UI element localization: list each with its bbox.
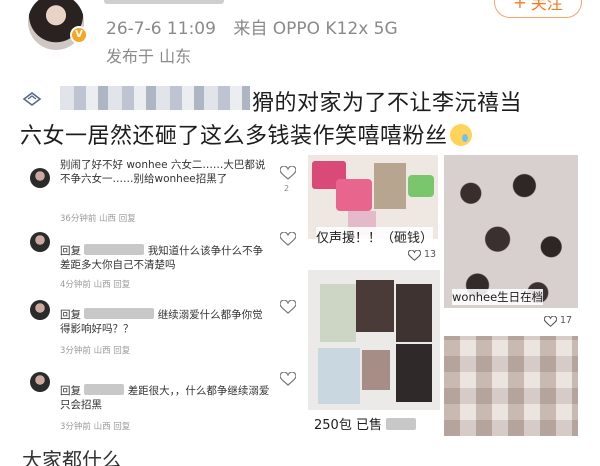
post-time: 26-7-6 11:09 xyxy=(106,19,216,39)
post-source: 来自 OPPO K12x 5G xyxy=(233,19,398,39)
redacted-username xyxy=(84,244,145,255)
photo-item xyxy=(320,284,356,342)
image-caption: 250包 已售 xyxy=(314,414,417,433)
post-location: 发布于 山东 xyxy=(106,47,192,66)
author-name-redacted[interactable] xyxy=(104,0,224,4)
image-pixelated-photo[interactable] xyxy=(444,336,578,436)
follow-button[interactable]: + 关注 xyxy=(494,0,582,18)
photo-item xyxy=(336,179,372,211)
like-heart-icon[interactable] xyxy=(408,250,421,261)
like-heart-icon[interactable] xyxy=(280,166,296,180)
photo-item xyxy=(396,344,432,402)
comment-screenshot: 别闹了好不好 wonhee 六女二……大巴都说不争六女一……别给wonhee招黑… xyxy=(22,152,304,437)
commenter-avatar xyxy=(30,168,50,188)
reply-prefix: 回复 xyxy=(60,309,81,321)
like-heart-icon[interactable] xyxy=(280,300,296,314)
post-text-line2: 六女一居然还砸了这么多钱装作笑嘻嘻粉丝 xyxy=(20,118,472,150)
comment-meta: 3分钟前 山西 回复 xyxy=(60,346,131,356)
sweat-emoji-icon xyxy=(449,124,472,146)
photo-item xyxy=(408,175,434,197)
post-text-line2-content: 六女一居然还砸了这么多钱装作笑嘻嘻粉丝 xyxy=(20,124,448,149)
image-caption: wonhee生日在档 xyxy=(452,289,544,305)
comment-text: 回复 差距很大，，什么都争继续溺爱只会招黑 xyxy=(60,384,270,412)
reply-prefix: 回复 xyxy=(60,385,81,397)
like-count: 13 xyxy=(424,249,437,260)
image-photocards[interactable] xyxy=(308,270,440,410)
like-heart-icon[interactable] xyxy=(280,372,296,386)
like-heart-icon[interactable] xyxy=(280,232,296,246)
image-photocard-collage[interactable] xyxy=(444,155,578,308)
plus-icon: + xyxy=(513,0,527,12)
redacted-text xyxy=(386,418,417,430)
photo-item xyxy=(356,280,394,332)
mention-link-icon[interactable] xyxy=(22,91,42,107)
post-text-line1: 猾的对家为了不让李沅禧当 xyxy=(252,91,523,116)
author-avatar[interactable]: V xyxy=(28,0,88,50)
redacted-username xyxy=(84,384,125,395)
photo-item xyxy=(318,348,360,404)
image-caption: 仅声援！！（砸钱） xyxy=(316,227,434,246)
redacted-mention xyxy=(60,86,250,110)
like-heart-icon[interactable] xyxy=(544,316,557,327)
comment-text: 回复 我知道什么该争什么不争差距多大你自己不清楚吗 xyxy=(60,244,270,272)
photo-item xyxy=(396,284,432,342)
follow-label: 关注 xyxy=(530,0,563,13)
redacted-username xyxy=(84,308,155,319)
commenter-avatar xyxy=(30,372,50,392)
post-meta: 26-7-6 11:09 来自 OPPO K12x 5G xyxy=(106,14,410,39)
cut-off-text: 大家都什么 xyxy=(22,448,122,466)
like-count: 17 xyxy=(560,315,573,326)
reply-prefix: 回复 xyxy=(60,245,81,257)
like-count: 2 xyxy=(284,184,290,193)
verified-badge-icon: V xyxy=(70,26,88,44)
comment-meta: 36分钟前 山西 回复 xyxy=(60,214,136,224)
comment-text: 回复 继续溺爱什么都争你觉得影响好吗？？ xyxy=(60,308,270,336)
comment-meta: 4分钟前 山西 回复 xyxy=(60,280,131,290)
commenter-avatar xyxy=(30,232,50,252)
photo-item xyxy=(362,350,390,390)
photo-item xyxy=(374,163,406,209)
commenter-avatar xyxy=(30,300,50,320)
comment-meta: 3分钟前 山西 回复 xyxy=(60,422,131,432)
caption-text: 250包 已售 xyxy=(314,418,382,433)
comment-text: 别闹了好不好 wonhee 六女二……大巴都说不争六女一……别给wonhee招黑… xyxy=(60,159,266,185)
